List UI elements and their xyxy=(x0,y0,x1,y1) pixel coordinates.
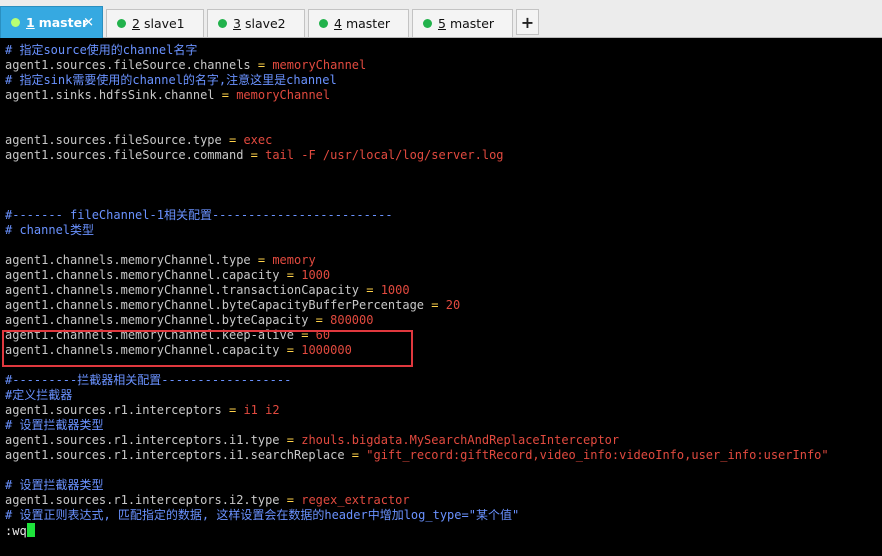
equals-sign: = xyxy=(344,448,367,462)
comment-line: # 指定source使用的channel名字 xyxy=(5,43,197,58)
config-line: agent1.sources.fileSource.command = tail… xyxy=(5,148,504,163)
config-value: 20 xyxy=(445,298,461,312)
tab-number: 2 xyxy=(132,16,140,31)
config-key: agent1.channels.memoryChannel.byteCapaci… xyxy=(5,298,425,312)
config-line: agent1.channels.memoryChannel.transactio… xyxy=(5,283,410,298)
tab-bar: 1 master ✕ 2 slave1 3 slave2 4 master 5 … xyxy=(0,0,882,38)
equals-sign: = xyxy=(359,283,381,297)
comment-line: # 设置拦截器类型 xyxy=(5,478,103,493)
tab-5-master[interactable]: 5 master xyxy=(412,9,513,37)
config-key: agent1.sources.fileSource.type xyxy=(5,133,222,147)
tab-3-slave2[interactable]: 3 slave2 xyxy=(207,9,305,37)
config-key: agent1.channels.memoryChannel.byteCapaci… xyxy=(5,313,309,327)
tab-1-master[interactable]: 1 master ✕ xyxy=(0,6,103,38)
comment-line: # 指定sink需要使用的channel的名字,注意这里是channel xyxy=(5,73,337,88)
config-value: memoryChannel xyxy=(272,58,367,72)
equals-sign: = xyxy=(279,433,302,447)
config-value: regex_extractor xyxy=(301,493,410,507)
comment-line: #定义拦截器 xyxy=(5,388,72,403)
command-text: :wq xyxy=(5,524,27,538)
tab-label: master xyxy=(345,16,391,31)
config-line: agent1.sources.fileSource.type = exec xyxy=(5,133,272,148)
tab-label: master xyxy=(449,16,495,31)
comment-text: # 设置拦截器类型 xyxy=(5,478,104,492)
equals-sign: = xyxy=(221,133,244,147)
config-key: agent1.sources.r1.interceptors.i2.type xyxy=(5,493,280,507)
connected-status-icon xyxy=(423,19,432,28)
config-key: agent1.sinks.hdfsSink.channel xyxy=(5,88,215,102)
config-value: 1000 xyxy=(380,283,410,297)
config-value: 800000 xyxy=(330,313,374,327)
tab-number: 4 xyxy=(334,16,342,31)
connected-status-icon xyxy=(218,19,227,28)
highlight-box xyxy=(2,330,413,367)
text-cursor xyxy=(26,523,35,537)
tab-4-master[interactable]: 4 master xyxy=(308,9,409,37)
config-line: agent1.sources.r1.interceptors = i1 i2 xyxy=(5,403,280,418)
tab-label: slave1 xyxy=(143,16,185,31)
terminal-area[interactable]: # 指定source使用的channel名字 agent1.sources.fil… xyxy=(0,38,882,556)
comment-line: # 设置正则表达式, 匹配指定的数据, 这样设置会在数据的header中增加lo… xyxy=(5,508,519,523)
config-line: agent1.sources.fileSource.channels = mem… xyxy=(5,58,366,73)
config-key: agent1.sources.fileSource.channels xyxy=(5,58,251,72)
config-value: memoryChannel xyxy=(236,88,331,102)
config-key: agent1.sources.r1.interceptors.i1.search… xyxy=(5,448,345,462)
comment-text: # 设置正则表达式, 匹配指定的数据, 这样设置会在数据的header中增加lo… xyxy=(5,508,520,522)
config-key: agent1.channels.memoryChannel.transactio… xyxy=(5,283,360,297)
comment-line: # channel类型 xyxy=(5,223,94,238)
config-line: agent1.channels.memoryChannel.capacity =… xyxy=(5,268,330,283)
config-line: agent1.channels.memoryChannel.byteCapaci… xyxy=(5,313,373,328)
comment-line: # 设置拦截器类型 xyxy=(5,418,103,433)
config-value: exec xyxy=(243,133,273,147)
comment-line: #------- fileChannel-1相关配置--------------… xyxy=(5,208,393,223)
comment-text: #---------拦截器相关配置------------------ xyxy=(5,373,292,387)
tab-2-slave1[interactable]: 2 slave1 xyxy=(106,9,204,37)
equals-sign: = xyxy=(214,88,237,102)
tab-label: slave2 xyxy=(244,16,286,31)
comment-text: #------- fileChannel-1相关配置--------------… xyxy=(5,208,393,222)
comment-text: # channel类型 xyxy=(5,223,95,237)
config-value: tail -F /usr/local/log/server.log xyxy=(265,148,504,162)
tab-number: 3 xyxy=(233,16,241,31)
close-icon[interactable]: ✕ xyxy=(83,16,94,29)
tab-number: 1 xyxy=(26,15,35,30)
command-line[interactable]: :wq xyxy=(5,523,35,538)
config-value: i1 i2 xyxy=(243,403,280,417)
add-tab-button[interactable]: + xyxy=(516,9,539,35)
config-key: agent1.sources.fileSource.command xyxy=(5,148,244,162)
connected-status-icon xyxy=(117,19,126,28)
equals-sign: = xyxy=(424,298,446,312)
config-key: agent1.channels.memoryChannel.type xyxy=(5,253,251,267)
equals-sign: = xyxy=(250,253,273,267)
comment-text: # 指定source使用的channel名字 xyxy=(5,43,198,57)
config-value: zhouls.bigdata.MySearchAndReplaceInterce… xyxy=(301,433,620,447)
connected-status-icon xyxy=(319,19,328,28)
config-key: agent1.sources.r1.interceptors.i1.type xyxy=(5,433,280,447)
equals-sign: = xyxy=(279,268,302,282)
config-line: agent1.channels.memoryChannel.byteCapaci… xyxy=(5,298,460,313)
equals-sign: = xyxy=(308,313,331,327)
comment-line: #---------拦截器相关配置------------------ xyxy=(5,373,291,388)
equals-sign: = xyxy=(250,58,273,72)
config-line: agent1.sinks.hdfsSink.channel = memoryCh… xyxy=(5,88,330,103)
tab-number: 5 xyxy=(438,16,446,31)
config-value: "gift_record:giftRecord,video_info:video… xyxy=(366,448,829,462)
config-key: agent1.sources.r1.interceptors xyxy=(5,403,222,417)
comment-text: # 设置拦截器类型 xyxy=(5,418,104,432)
config-line: agent1.channels.memoryChannel.type = mem… xyxy=(5,253,316,268)
equals-sign: = xyxy=(221,403,244,417)
comment-text: #定义拦截器 xyxy=(5,388,73,402)
config-line: agent1.sources.r1.interceptors.i1.type =… xyxy=(5,433,619,448)
tab-label: master xyxy=(38,15,89,30)
config-line: agent1.sources.r1.interceptors.i1.search… xyxy=(5,448,829,463)
config-value: 1000 xyxy=(301,268,331,282)
equals-sign: = xyxy=(243,148,266,162)
config-line: agent1.sources.r1.interceptors.i2.type =… xyxy=(5,493,410,508)
config-key: agent1.channels.memoryChannel.capacity xyxy=(5,268,280,282)
comment-text: # 指定sink需要使用的channel的名字,注意这里是channel xyxy=(5,73,337,87)
config-value: memory xyxy=(272,253,316,267)
connected-status-icon xyxy=(11,18,20,27)
equals-sign: = xyxy=(279,493,302,507)
